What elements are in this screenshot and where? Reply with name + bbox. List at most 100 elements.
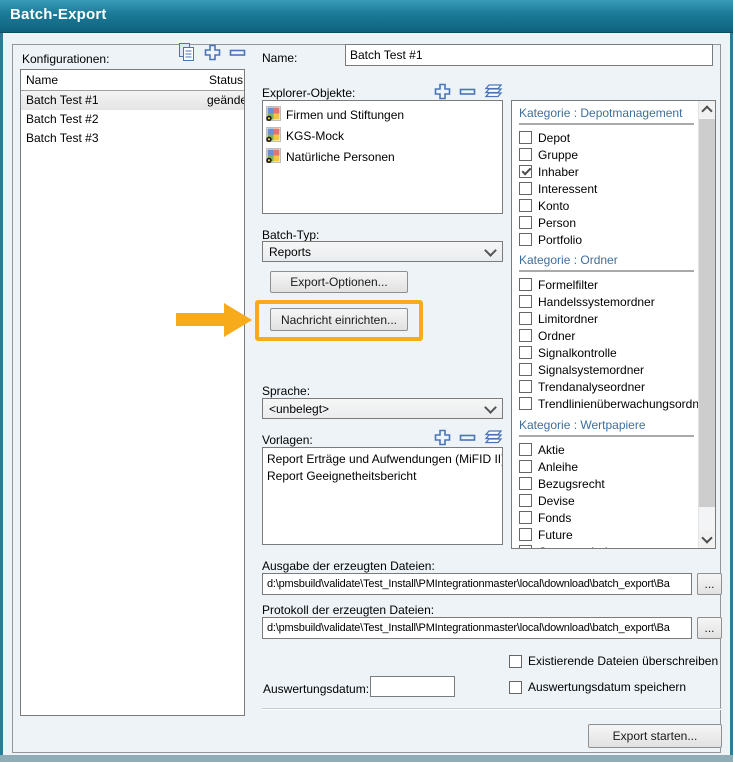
save-evaluation-date-checkbox[interactable]: Auswertungsdatum speichern — [509, 680, 686, 694]
scroll-up-button[interactable] — [699, 101, 715, 118]
name-input[interactable] — [345, 44, 713, 66]
category-checkbox-row[interactable]: Portfolio — [519, 231, 694, 248]
config-list-row[interactable]: Batch Test #2 — [21, 110, 244, 129]
category-checkbox-row[interactable]: Person — [519, 214, 694, 231]
checkbox-label: Trendanalyseordner — [538, 380, 645, 394]
checkbox[interactable] — [519, 494, 532, 507]
checkbox-label: Formelfilter — [538, 278, 598, 292]
category-checkbox-row[interactable]: Gruppe — [519, 146, 694, 163]
name-label: Name: — [262, 51, 297, 65]
minus-icon[interactable] — [458, 428, 477, 447]
category-checkbox-row[interactable]: Fonds — [519, 509, 694, 526]
template-list-item[interactable]: Report Geeignetheitsbericht — [263, 468, 502, 485]
checkbox[interactable] — [519, 460, 532, 473]
category-checkbox-row[interactable]: Future — [519, 526, 694, 543]
scroll-down-button[interactable] — [699, 531, 715, 548]
checkbox[interactable] — [519, 363, 532, 376]
category-checkbox-row[interactable]: Devise — [519, 492, 694, 509]
explorer-object-item[interactable]: Firmen und Stiftungen — [263, 104, 502, 125]
checkbox[interactable] — [519, 131, 532, 144]
checkbox[interactable] — [509, 681, 522, 694]
checkbox[interactable] — [519, 511, 532, 524]
output-files-label: Ausgabe der erzeugten Dateien: — [262, 559, 435, 573]
checkbox[interactable] — [519, 233, 532, 246]
window-border-bottom — [0, 755, 733, 762]
plus-icon[interactable] — [203, 43, 222, 62]
category-checkbox-row[interactable]: Konto — [519, 197, 694, 214]
column-name[interactable]: Name — [26, 70, 58, 90]
checkbox-label: Aktie — [538, 443, 565, 457]
checkbox-label: Genussschein — [538, 545, 614, 550]
checkbox[interactable] — [519, 216, 532, 229]
category-checkbox-row[interactable]: Limitordner — [519, 310, 694, 327]
checkbox-label: Ordner — [538, 329, 575, 343]
category-checkbox-row[interactable]: Signalkontrolle — [519, 344, 694, 361]
minus-icon[interactable] — [458, 82, 477, 101]
explorer-object-item[interactable]: Natürliche Personen — [263, 146, 502, 167]
checkbox[interactable] — [519, 148, 532, 161]
category-checkbox-row[interactable]: Anleihe — [519, 458, 694, 475]
arrow-annotation — [176, 313, 225, 326]
config-list-row[interactable]: Batch Test #1 geände — [21, 91, 244, 110]
category-checkbox-row[interactable]: Handelssystemordner — [519, 293, 694, 310]
stack-icon[interactable] — [483, 428, 504, 447]
category-checkbox-row[interactable]: Depot — [519, 129, 694, 146]
scrollbar-thumb[interactable] — [699, 119, 715, 507]
category-items-ordner: Formelfilter Handelssystemordner Limitor… — [519, 276, 694, 412]
category-scrollbar[interactable] — [698, 101, 715, 548]
checkbox-label: Portfolio — [538, 233, 582, 247]
category-checkbox-row[interactable]: Inhaber — [519, 163, 694, 180]
output-browse-button[interactable]: ... — [697, 573, 722, 595]
category-checkbox-row[interactable]: Bezugsrecht — [519, 475, 694, 492]
checkbox[interactable] — [519, 477, 532, 490]
plus-icon[interactable] — [433, 82, 452, 101]
save-evaluation-date-label: Auswertungsdatum speichern — [528, 680, 686, 694]
category-checkbox-row[interactable]: Interessent — [519, 180, 694, 197]
output-path-input[interactable] — [262, 573, 692, 595]
checkbox[interactable] — [519, 545, 532, 549]
checkbox[interactable] — [519, 380, 532, 393]
protocol-path-input[interactable] — [262, 617, 692, 639]
checkbox[interactable] — [519, 329, 532, 342]
template-list-item[interactable]: Report Erträge und Aufwendungen (MiFID I… — [263, 451, 502, 468]
category-divider — [519, 270, 694, 272]
minus-icon[interactable] — [228, 43, 247, 62]
overwrite-files-checkbox[interactable]: Existierende Dateien überschreiben — [509, 654, 718, 668]
protocol-browse-button[interactable]: ... — [697, 617, 722, 639]
plus-icon[interactable] — [433, 428, 452, 447]
config-list-row[interactable]: Batch Test #3 — [21, 129, 244, 148]
checkbox[interactable] — [509, 655, 522, 668]
checkbox[interactable] — [519, 528, 532, 541]
checkbox[interactable] — [519, 295, 532, 308]
checkbox[interactable] — [519, 199, 532, 212]
arrow-head-annotation — [224, 303, 252, 337]
category-checkbox-row[interactable]: Trendlinienüberwachungsordner — [519, 395, 694, 412]
evaluation-date-input[interactable] — [370, 676, 455, 697]
checkbox[interactable] — [519, 443, 532, 456]
category-checkbox-row[interactable]: Trendanalyseordner — [519, 378, 694, 395]
explorer-object-item[interactable]: KGS-Mock — [263, 125, 502, 146]
config-rows: Batch Test #1 geände Batch Test #2 Batch… — [21, 91, 244, 148]
batch-type-select[interactable]: Reports — [262, 241, 503, 262]
copy-icon[interactable] — [176, 42, 197, 63]
setup-message-button[interactable]: Nachricht einrichten... — [270, 308, 408, 331]
checkbox[interactable] — [519, 312, 532, 325]
checkbox-label: Person — [538, 216, 576, 230]
checkbox[interactable] — [519, 346, 532, 359]
stack-icon[interactable] — [483, 82, 504, 101]
overwrite-files-label: Existierende Dateien überschreiben — [528, 654, 718, 668]
category-checkbox-row[interactable]: Ordner — [519, 327, 694, 344]
category-checkbox-row[interactable]: Formelfilter — [519, 276, 694, 293]
language-select[interactable]: <unbelegt> — [262, 398, 503, 419]
checkbox[interactable] — [519, 182, 532, 195]
checkbox[interactable] — [519, 278, 532, 291]
export-options-button[interactable]: Export-Optionen... — [270, 271, 408, 293]
start-export-button[interactable]: Export starten... — [588, 724, 722, 748]
checkbox[interactable] — [519, 165, 532, 178]
category-checkbox-row[interactable]: Genussschein — [519, 543, 694, 549]
category-checkbox-row[interactable]: Aktie — [519, 441, 694, 458]
checkbox[interactable] — [519, 397, 532, 410]
configurations-list: Name Status Batch Test #1 geände Batch T… — [20, 69, 245, 716]
column-status[interactable]: Status — [209, 70, 243, 90]
category-checkbox-row[interactable]: Signalsystemordner — [519, 361, 694, 378]
